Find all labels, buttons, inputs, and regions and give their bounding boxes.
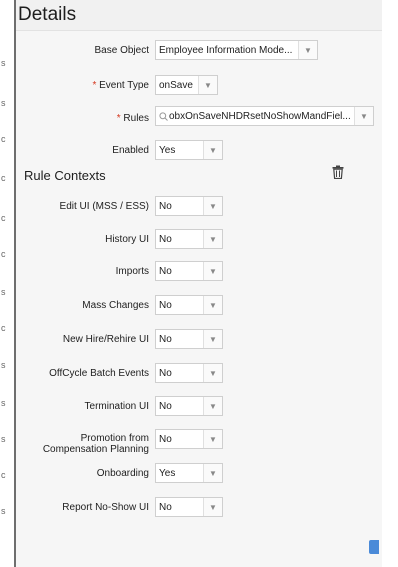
right-margin (382, 0, 398, 567)
chevron-down-icon[interactable]: ▼ (203, 430, 222, 448)
context-select-report-no-show[interactable]: No ▼ (155, 497, 223, 517)
strip-mark: s (1, 398, 6, 408)
context-label-promotion-line1: Promotion from (80, 433, 149, 444)
context-value: No (159, 233, 172, 245)
strip-mark: c (1, 134, 6, 144)
page-title: Details (18, 4, 77, 25)
context-select-imports[interactable]: No ▼ (155, 261, 223, 281)
rules-label-text: Rules (123, 113, 149, 124)
strip-mark: c (1, 213, 6, 223)
context-value: No (159, 367, 172, 379)
context-label-offcycle: OffCycle Batch Events (49, 368, 149, 379)
chevron-down-icon[interactable]: ▼ (203, 397, 222, 415)
context-select-termination[interactable]: No ▼ (155, 396, 223, 416)
strip-mark: s (1, 506, 6, 516)
context-select-promotion[interactable]: No ▼ (155, 429, 223, 449)
context-value: No (159, 299, 172, 311)
left-strip: s s c c c c s c s s s c s (0, 0, 16, 567)
rules-value-wrap: obxOnSaveNHDRsetNoShowMandFiel... (156, 111, 354, 122)
context-label-mass-changes: Mass Changes (82, 300, 149, 311)
rules-value: obxOnSaveNHDRsetNoShowMandFiel... (169, 110, 351, 122)
context-label-new-hire: New Hire/Rehire UI (62, 334, 149, 345)
chevron-down-icon[interactable]: ▼ (203, 498, 222, 516)
chevron-down-icon[interactable]: ▼ (203, 464, 222, 482)
base-object-value: Employee Information Mode... (159, 44, 293, 56)
strip-mark: c (1, 323, 6, 333)
context-select-history-ui[interactable]: No ▼ (155, 229, 223, 249)
context-label-report-no-show: Report No-Show UI (62, 502, 149, 513)
trash-icon[interactable] (332, 165, 344, 179)
chevron-down-icon[interactable]: ▼ (298, 41, 317, 59)
enabled-label: Enabled (112, 145, 149, 156)
event-type-value: onSave (159, 79, 193, 91)
context-label-imports: Imports (115, 266, 149, 277)
context-select-mass-changes[interactable]: No ▼ (155, 295, 223, 315)
context-label-edit-ui: Edit UI (MSS / ESS) (59, 201, 149, 212)
required-marker: * (92, 80, 97, 91)
title-bar: Details (16, 0, 382, 31)
strip-mark: s (1, 58, 6, 68)
context-label-onboarding: Onboarding (96, 468, 149, 479)
context-value: Yes (159, 467, 176, 479)
required-marker: * (116, 113, 121, 124)
enabled-select[interactable]: Yes ▼ (155, 140, 223, 160)
enabled-value: Yes (159, 144, 176, 156)
event-type-label-text: Event Type (99, 80, 149, 91)
context-value: No (159, 200, 172, 212)
strip-mark: s (1, 360, 6, 370)
chevron-down-icon[interactable]: ▼ (203, 197, 222, 215)
context-value: No (159, 501, 172, 513)
event-type-select[interactable]: onSave ▼ (155, 75, 218, 95)
rule-contexts-title: Rule Contexts (24, 168, 106, 183)
strip-mark: s (1, 434, 6, 444)
rules-label: * Rules (117, 113, 149, 124)
context-value: No (159, 400, 172, 412)
chevron-down-icon[interactable]: ▼ (198, 76, 217, 94)
base-object-label: Base Object (94, 45, 149, 56)
chevron-down-icon[interactable]: ▼ (203, 296, 222, 314)
strip-mark: s (1, 287, 6, 297)
context-value: No (159, 433, 172, 445)
search-icon (159, 111, 168, 121)
base-object-select[interactable]: Employee Information Mode... ▼ (155, 40, 318, 60)
context-value: No (159, 265, 172, 277)
context-value: No (159, 333, 172, 345)
chevron-down-icon[interactable]: ▼ (354, 107, 373, 125)
strip-mark: c (1, 470, 6, 480)
context-label-termination: Termination UI (84, 401, 149, 412)
rules-select[interactable]: obxOnSaveNHDRsetNoShowMandFiel... ▼ (155, 106, 374, 126)
chevron-down-icon[interactable]: ▼ (203, 364, 222, 382)
strip-mark: c (1, 173, 6, 183)
context-select-edit-ui[interactable]: No ▼ (155, 196, 223, 216)
context-label-history-ui: History UI (105, 234, 149, 245)
event-type-label: * Event Type (92, 80, 149, 91)
context-select-onboarding[interactable]: Yes ▼ (155, 463, 223, 483)
chevron-down-icon[interactable]: ▼ (203, 330, 222, 348)
context-select-new-hire[interactable]: No ▼ (155, 329, 223, 349)
chevron-down-icon[interactable]: ▼ (203, 262, 222, 280)
details-panel: Details Base Object Employee Information… (16, 0, 382, 567)
strip-mark: c (1, 249, 6, 259)
strip-mark: s (1, 98, 6, 108)
context-label-promotion-line2: Compensation Planning (42, 444, 149, 455)
context-select-offcycle[interactable]: No ▼ (155, 363, 223, 383)
chevron-down-icon[interactable]: ▼ (203, 141, 222, 159)
corner-action-tab[interactable] (369, 540, 379, 554)
context-label-promotion: Promotion from Compensation Planning (43, 433, 149, 455)
chevron-down-icon[interactable]: ▼ (203, 230, 222, 248)
